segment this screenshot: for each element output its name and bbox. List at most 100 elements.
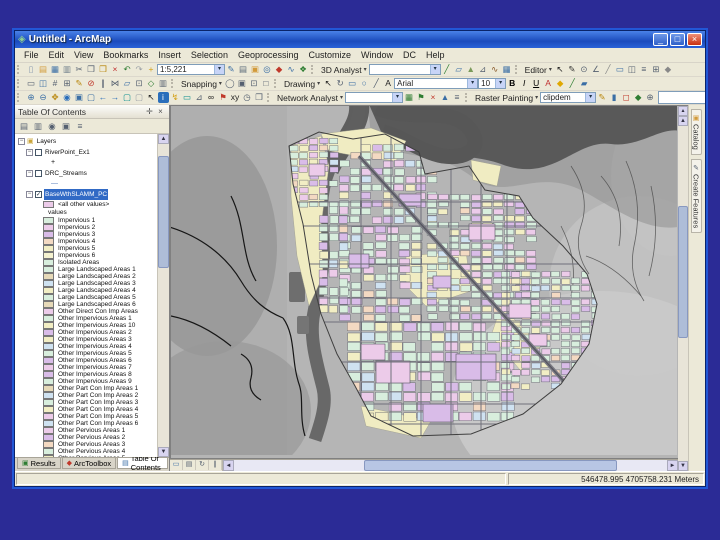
edit-tool-icon-11[interactable]: ◇ — [146, 78, 157, 89]
toolbar-grip[interactable] — [17, 79, 22, 88]
point-snapping-icon[interactable]: ◯ — [224, 78, 235, 89]
vertical-scroll-thumb[interactable] — [678, 206, 688, 338]
toolbar-grip[interactable] — [171, 79, 176, 88]
paste-icon[interactable]: ❒ — [98, 64, 109, 75]
python-icon[interactable]: ∿ — [286, 64, 297, 75]
menu-item[interactable]: DC — [398, 50, 421, 60]
refresh-view-button[interactable]: ↻ — [196, 460, 209, 470]
dock-tab[interactable]: ▣ Catalog — [690, 109, 702, 155]
toolbar-grip[interactable] — [311, 65, 316, 74]
list-by-drawing-order-icon[interactable]: ▤ — [18, 121, 31, 132]
rectangle-tool-icon[interactable]: ▭ — [614, 64, 625, 75]
menu-item[interactable]: Edit — [44, 50, 70, 60]
editor-toolbar-icon[interactable]: ✎ — [226, 64, 237, 75]
attributes-icon[interactable]: ◫ — [626, 64, 637, 75]
catalog-icon[interactable]: ▣ — [250, 64, 261, 75]
time-slider-icon[interactable]: ◷ — [242, 92, 253, 103]
menu-item[interactable]: Selection — [186, 50, 233, 60]
scroll-left-icon[interactable]: ◄ — [223, 460, 234, 471]
line-color-icon[interactable]: ╱ — [567, 78, 578, 89]
new-document-icon[interactable]: ▯ — [26, 64, 37, 75]
delete-icon[interactable]: × — [110, 64, 121, 75]
select-features-icon[interactable]: ▢ — [122, 92, 133, 103]
network-solve-icon[interactable]: ▲ — [439, 92, 450, 103]
toc-row[interactable]: Other Impervious Areas 7 — [17, 364, 158, 371]
network-analyst-combo[interactable]: ▾ — [344, 92, 403, 103]
menu-item[interactable]: Customize — [304, 50, 357, 60]
layer-checkbox[interactable]: ✓ — [35, 191, 42, 198]
open-folder-icon[interactable]: ▤ — [38, 64, 49, 75]
edit-tool-icon-9[interactable]: ▱ — [122, 78, 133, 89]
network-flag-icon[interactable]: ⚑ — [415, 92, 426, 103]
measure-icon[interactable]: ⊿ — [194, 92, 205, 103]
network-dataset-icon[interactable]: ▦ — [403, 92, 414, 103]
toc-options-icon[interactable]: ≡ — [74, 121, 87, 132]
raster-value-input[interactable] — [658, 91, 705, 104]
list-by-selection-icon[interactable]: ▣ — [60, 121, 73, 132]
raster-magnify-icon[interactable]: ⊕ — [645, 92, 656, 103]
toc-scrollbar[interactable]: ▲ ▼ — [157, 134, 169, 457]
save-icon[interactable]: ▦ — [50, 64, 61, 75]
toc-row[interactable]: Other Part Con Imp Areas 5 — [17, 413, 158, 420]
arctoolbox-icon[interactable]: ◆ — [274, 64, 285, 75]
bold-button[interactable]: B — [507, 78, 518, 89]
edge-snapping-icon[interactable]: □ — [260, 78, 271, 89]
expand-box-icon[interactable]: − — [26, 191, 33, 198]
close-button[interactable]: × — [687, 33, 702, 46]
angle-tool-icon[interactable]: ∠ — [590, 64, 601, 75]
close-icon[interactable]: × — [155, 107, 166, 116]
toc-row[interactable]: Other Part Con Imp Areas 1 — [17, 385, 158, 392]
scroll-up-icon[interactable]: ▲ — [678, 116, 688, 126]
network-barrier-icon[interactable]: × — [427, 92, 438, 103]
raster-layer-combo[interactable]: clipdem ▾ — [540, 92, 597, 103]
toolbar-grip[interactable] — [273, 79, 279, 88]
edit-tool-icon-4[interactable]: ⊞ — [62, 78, 73, 89]
pan-icon[interactable]: ✥ — [50, 92, 61, 103]
toc-row[interactable]: Other Impervious Areas 10 — [17, 322, 158, 329]
toolbar-grip[interactable] — [17, 93, 22, 102]
html-popup-icon[interactable]: ▭ — [182, 92, 193, 103]
hyperlink-icon[interactable]: ↯ — [170, 92, 181, 103]
menu-item[interactable]: Window — [356, 50, 398, 60]
modelbuilder-icon[interactable]: ❖ — [298, 64, 309, 75]
menu-item[interactable]: Help — [421, 50, 450, 60]
zoom-out-icon[interactable]: ⊖ — [38, 92, 49, 103]
toc-row[interactable]: Isolated Areas — [17, 259, 158, 266]
toc-row[interactable]: Impervious 5 — [17, 245, 158, 252]
toc-row[interactable]: − DRC_Streams — [17, 168, 158, 179]
chevron-down-icon[interactable]: ▾ — [495, 79, 506, 88]
3d-analyst-menu[interactable]: 3D Analyst ▾ — [319, 65, 369, 75]
find-route-icon[interactable]: ⚑ — [218, 92, 229, 103]
font-combo[interactable]: Arial ▾ — [394, 78, 479, 89]
chevron-down-icon[interactable]: ▾ — [214, 65, 224, 74]
expand-box-icon[interactable]: − — [26, 149, 33, 156]
menu-item[interactable]: Insert — [153, 50, 186, 60]
merge-icon[interactable]: ◆ — [662, 64, 673, 75]
toc-row[interactable]: Other Impervious Areas 4 — [17, 343, 158, 350]
font-color-icon[interactable]: A — [543, 78, 554, 89]
create-features-icon[interactable]: ⊞ — [650, 64, 661, 75]
toc-row[interactable]: Other Pervious Areas 4 — [17, 448, 158, 455]
highlight-color-icon[interactable]: ◆ — [555, 78, 566, 89]
toc-row[interactable]: Large Landscaped Areas 4 — [17, 287, 158, 294]
edit-tool-icon-12[interactable]: ▥ — [158, 78, 169, 89]
panel-tab[interactable]: ◆ ArcToolbox — [61, 458, 117, 469]
go-to-xy-icon[interactable]: xy — [230, 92, 241, 103]
viewer-window-icon[interactable]: ❐ — [254, 92, 265, 103]
toc-scroll-thumb[interactable] — [158, 156, 169, 268]
sketch-tool-icon[interactable]: ✎ — [566, 64, 577, 75]
layer-checkbox[interactable] — [35, 170, 42, 177]
toc-row[interactable]: Other Impervious Areas 3 — [17, 336, 158, 343]
network-directions-icon[interactable]: ≡ — [451, 92, 462, 103]
interpolate-line-icon[interactable]: ╱ — [441, 64, 452, 75]
chevron-down-icon[interactable]: ▾ — [429, 65, 440, 74]
toolbar-grip[interactable] — [514, 65, 520, 74]
circle-shape-icon[interactable]: ○ — [359, 78, 370, 89]
font-size-combo[interactable]: 10 ▾ — [478, 78, 507, 89]
drawing-menu[interactable]: Drawing ▾ — [282, 79, 322, 89]
copy-icon[interactable]: ❐ — [86, 64, 97, 75]
find-icon[interactable]: ∞ — [206, 92, 217, 103]
expand-box-icon[interactable]: − — [26, 170, 33, 177]
line-shape-icon[interactable]: ╱ — [371, 78, 382, 89]
select-elements-icon[interactable]: ↖ — [146, 92, 157, 103]
